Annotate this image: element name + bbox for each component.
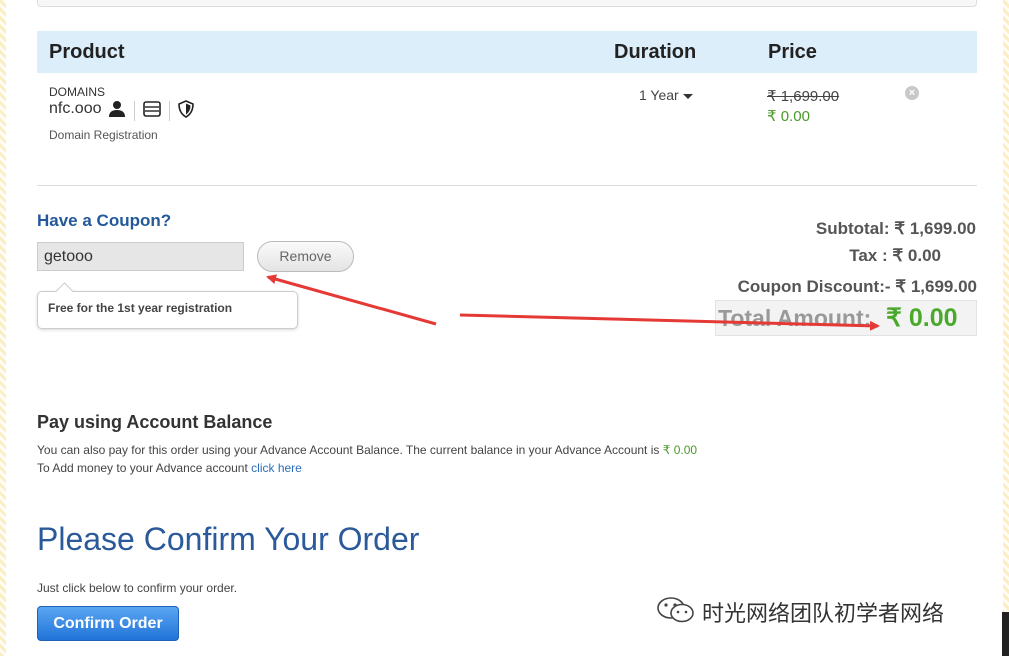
coupon-title: Have a Coupon?	[37, 211, 172, 230]
discount-label: Coupon Discount:-	[737, 277, 891, 296]
header-product: Product	[49, 41, 125, 63]
add-money-link[interactable]: click here	[251, 461, 302, 475]
close-icon[interactable]: ×	[905, 86, 919, 100]
corner-bar	[1002, 612, 1009, 656]
tax-row: Tax : ₹ 0.00	[849, 246, 941, 266]
account-balance-text: You can also pay for this order using yo…	[37, 443, 697, 457]
server-icon[interactable]	[143, 100, 161, 123]
original-price: ₹ 1,699.00	[767, 88, 840, 105]
icon-separator	[134, 101, 135, 121]
add-money-line: To Add money to your Advance account	[37, 461, 248, 475]
domain-option-icons	[108, 99, 194, 123]
domain-name: nfc.ooo	[49, 100, 102, 117]
shield-icon[interactable]	[178, 99, 194, 123]
tax-value: ₹ 0.00	[892, 246, 941, 265]
tax-label: Tax :	[849, 246, 888, 265]
watermark-text: 时光网络团队初学者网络	[702, 601, 945, 626]
coupon-message-text: Free for the 1st year registration	[48, 301, 233, 315]
wechat-icon	[656, 596, 696, 629]
discount-row: Coupon Discount:- ₹ 1,699.00	[738, 277, 977, 297]
subtotal-row: Subtotal: ₹ 1,699.00	[816, 219, 976, 239]
confirm-order-button[interactable]: Confirm Order	[37, 606, 179, 641]
confirm-title: Please Confirm Your Order	[37, 521, 420, 557]
watermark: 时光网络团队初学者网络	[656, 596, 945, 629]
cart-table-header: Product Duration Price	[37, 31, 977, 73]
total-value: ₹ 0.00	[886, 304, 958, 332]
confirm-subtitle: Just click below to confirm your order.	[37, 581, 238, 595]
account-balance-line: You can also pay for this order using yo…	[37, 443, 660, 457]
header-price: Price	[768, 41, 817, 63]
decorative-border-right	[1003, 0, 1009, 656]
caret-down-icon	[682, 93, 693, 99]
total-label: Total Amount:	[718, 305, 872, 331]
header-duration: Duration	[614, 41, 697, 63]
icon-separator	[169, 101, 170, 121]
subtotal-label: Subtotal:	[815, 219, 890, 238]
subtotal-value: ₹ 1,699.00	[894, 219, 976, 238]
coupon-message: Free for the 1st year registration	[37, 291, 298, 329]
decorative-border-left	[0, 0, 6, 656]
user-icon[interactable]	[108, 100, 126, 123]
account-balance-value: ₹ 0.00	[662, 443, 698, 457]
total-amount-box: Total Amount: ₹ 0.00	[715, 300, 977, 336]
divider	[37, 185, 977, 186]
remove-coupon-button[interactable]: Remove	[257, 241, 354, 272]
account-balance-title: Pay using Account Balance	[37, 412, 273, 432]
discount-value: ₹ 1,699.00	[895, 277, 977, 296]
discounted-price: ₹ 0.00	[767, 108, 810, 125]
coupon-code-input[interactable]	[37, 242, 244, 271]
add-money-text: To Add money to your Advance account cli…	[37, 461, 302, 475]
duration-dropdown[interactable]: 1 Year	[639, 87, 693, 103]
product-type: Domain Registration	[49, 128, 158, 142]
duration-value: 1 Year	[639, 87, 679, 103]
top-panel	[37, 0, 977, 7]
product-category: DOMAINS	[49, 85, 106, 99]
